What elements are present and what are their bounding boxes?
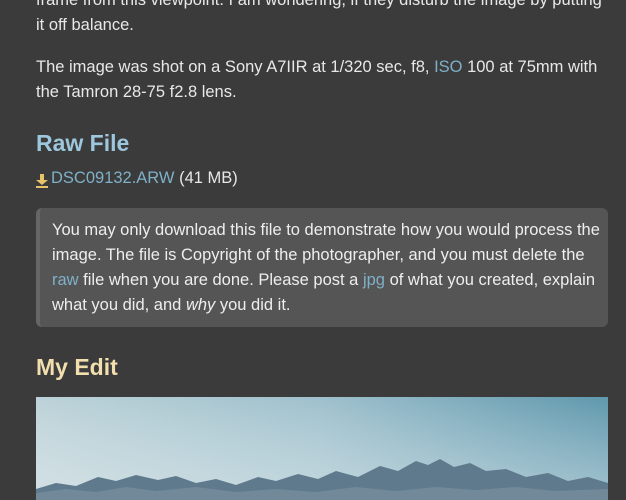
edited-photo[interactable] (36, 397, 608, 500)
raw-file-size: (41 MB) (179, 169, 238, 187)
post-paragraph-balance: frame from this viewpoint. I am wonderin… (36, 0, 612, 38)
notice-text-4: you did it. (215, 296, 291, 314)
copyright-notice: You may only download this file to demon… (36, 208, 608, 327)
iso-link[interactable]: ISO (434, 58, 462, 76)
notice-text-2: file when you are done. Please post a (78, 271, 363, 289)
paragraph-text-pre: The image was shot on a Sony A7IIR at 1/… (36, 58, 435, 76)
download-icon[interactable] (36, 171, 48, 188)
raw-file-download: DSC09132.ARW (41 MB) (36, 166, 238, 190)
post-content: frame from this viewpoint. I am wonderin… (0, 0, 626, 500)
raw-link[interactable]: raw (52, 271, 79, 289)
paragraph-text: frame from this viewpoint. I am wonderin… (36, 0, 602, 34)
post-paragraph-camera-settings: The image was shot on a Sony A7IIR at 1/… (36, 55, 612, 105)
raw-file-link[interactable]: DSC09132.ARW (51, 166, 175, 190)
raw-file-heading: Raw File (36, 130, 130, 156)
jpg-link[interactable]: jpg (363, 271, 385, 289)
my-edit-heading: My Edit (36, 354, 118, 380)
copyright-notice-text: You may only download this file to demon… (52, 218, 604, 318)
notice-text-1: You may only download this file to demon… (52, 221, 600, 264)
notice-emphasis: why (185, 296, 216, 314)
